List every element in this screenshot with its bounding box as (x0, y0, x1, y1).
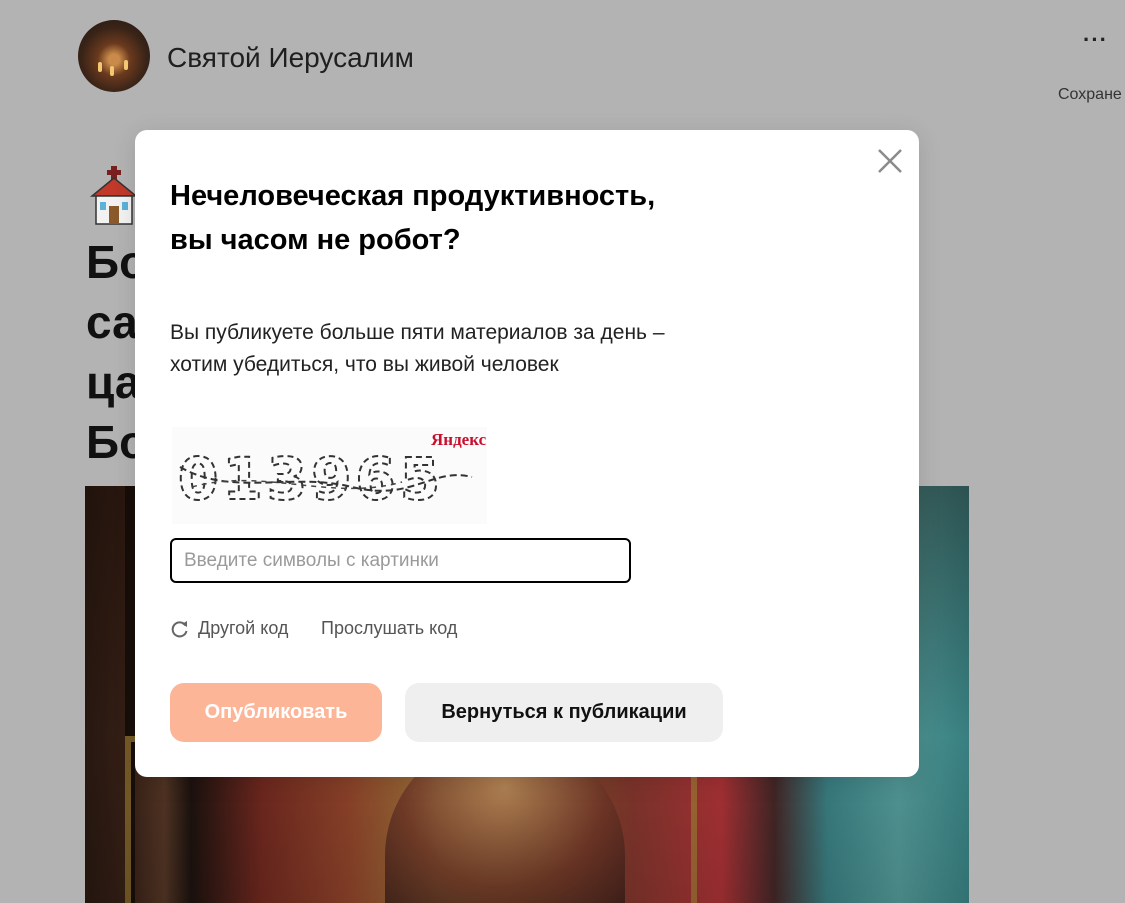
dialog-description: Вы публикуете больше пяти материалов за … (170, 321, 665, 376)
refresh-code-label: Другой код (198, 618, 289, 638)
publish-button[interactable]: Опубликовать (170, 683, 382, 742)
refresh-code-link[interactable]: Другой код (170, 618, 288, 639)
captcha-input[interactable] (170, 538, 631, 583)
captcha-brand-label: Яндекс (431, 430, 487, 449)
listen-code-link[interactable]: Прослушать код (321, 618, 457, 639)
refresh-icon (171, 620, 188, 637)
captcha-text: 013965 (178, 445, 444, 513)
close-icon[interactable] (876, 147, 904, 175)
captcha-dialog: Нечеловеческая продуктивность, вы часом … (135, 130, 919, 777)
return-to-publication-button[interactable]: Вернуться к публикации (405, 683, 723, 742)
dialog-title: Нечеловеческая продуктивность, вы часом … (170, 180, 656, 256)
